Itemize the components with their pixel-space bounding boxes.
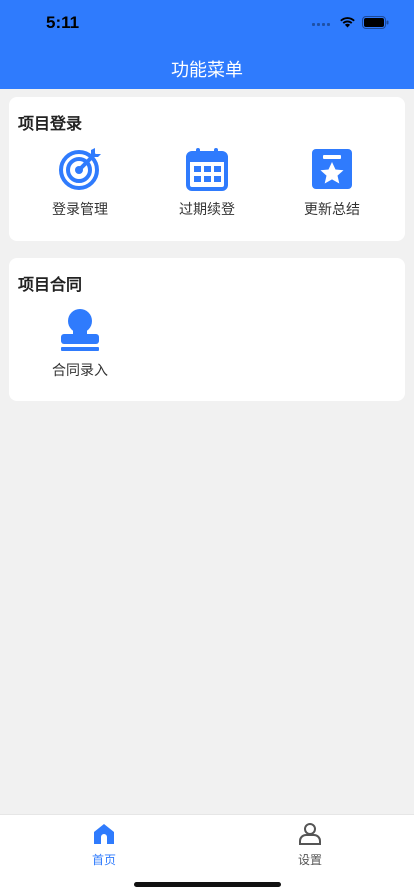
calendar-icon	[186, 148, 228, 191]
app-header: 5:11 功能菜单	[0, 0, 414, 89]
stamp-icon	[61, 309, 99, 351]
menu-item-label: 更新总结	[304, 202, 360, 218]
section-card-project-login: 项目登录 登录管理 过期续登 更新总结	[9, 97, 405, 241]
menu-item-contract-entry[interactable]: 合同录入	[20, 308, 140, 384]
tab-home[interactable]: 首页	[54, 823, 154, 867]
target-icon	[59, 148, 101, 190]
status-bar: 5:11	[0, 0, 414, 44]
star-badge-icon	[312, 149, 352, 189]
status-time: 5:11	[46, 13, 80, 32]
wifi-icon	[340, 17, 355, 28]
battery-icon	[362, 16, 389, 29]
tab-label: 首页	[91, 853, 116, 867]
person-icon	[299, 823, 321, 845]
section-title: 项目合同	[18, 275, 83, 294]
menu-item-login-management[interactable]: 登录管理	[20, 147, 140, 223]
home-indicator[interactable]	[134, 882, 281, 887]
menu-item-expired-renewal[interactable]: 过期续登	[147, 147, 267, 223]
tab-settings[interactable]: 设置	[260, 823, 360, 867]
section-title: 项目登录	[18, 114, 83, 133]
menu-item-update-summary[interactable]: 更新总结	[272, 147, 392, 223]
menu-item-label: 过期续登	[179, 202, 235, 218]
home-icon	[94, 824, 114, 844]
section-card-project-contract: 项目合同 合同录入	[9, 258, 405, 401]
menu-item-label: 登录管理	[52, 202, 108, 218]
cellular-signal-icon	[312, 20, 334, 26]
tab-label: 设置	[297, 853, 322, 867]
menu-item-label: 合同录入	[52, 363, 108, 379]
page-title: 功能菜单	[171, 60, 243, 81]
